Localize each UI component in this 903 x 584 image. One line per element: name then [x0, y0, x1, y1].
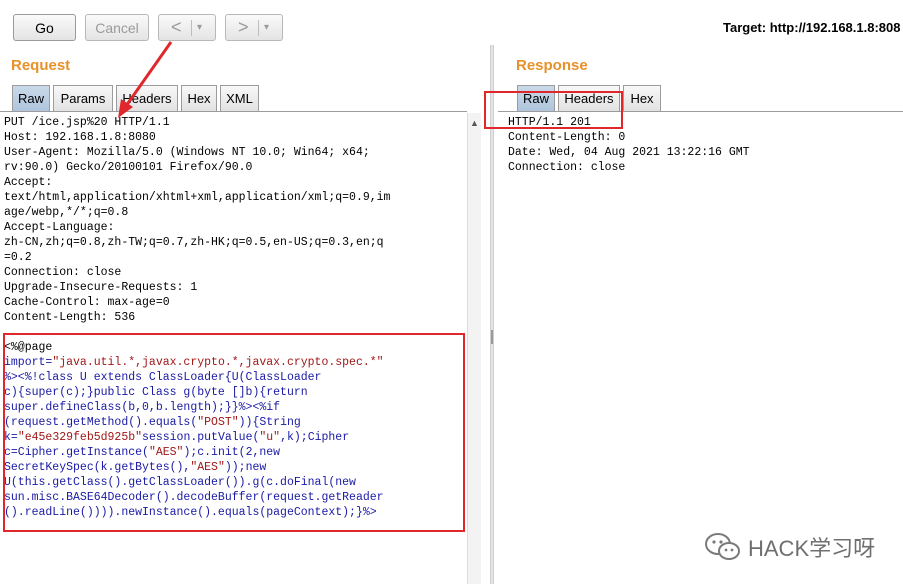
- watermark-text: HACK学习呀: [748, 536, 876, 561]
- wechat-icon: [705, 533, 740, 560]
- watermark: HACK学习呀: [704, 531, 875, 563]
- annotation-arrow-icon: [118, 41, 173, 118]
